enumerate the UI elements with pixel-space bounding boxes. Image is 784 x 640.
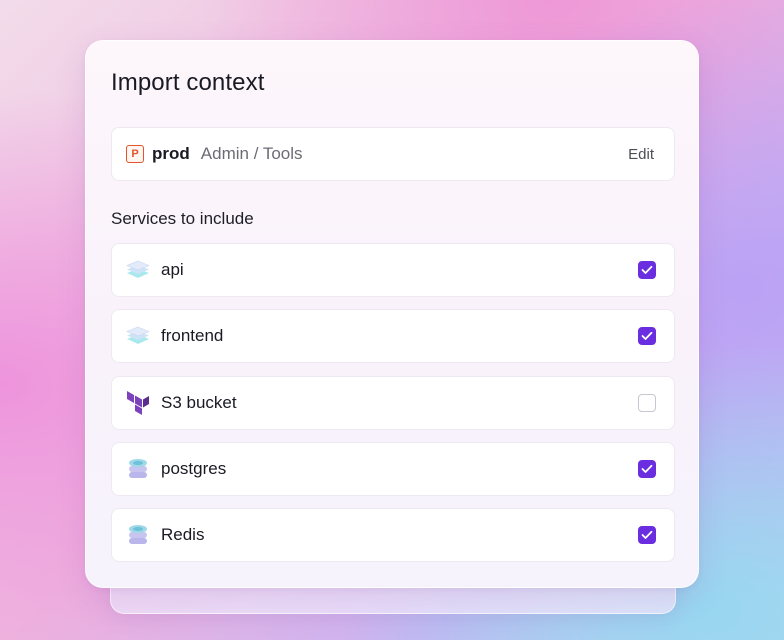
context-badge-icon: P: [126, 145, 144, 163]
database-icon: [126, 457, 150, 481]
service-row-redis[interactable]: Redis: [111, 508, 675, 563]
service-row-postgres[interactable]: postgres: [111, 441, 675, 496]
service-checkbox-postgres[interactable]: [638, 459, 656, 478]
service-name: api: [161, 260, 184, 279]
service-checkbox-s3-bucket[interactable]: [638, 393, 656, 412]
service-checkbox-frontend[interactable]: [638, 327, 656, 346]
services-label: Services to include: [111, 209, 254, 228]
service-name: S3 bucket: [161, 392, 237, 412]
import-context-dialog: Import context P prod Admin / Tools Edit…: [85, 40, 699, 588]
terraform-icon: [126, 390, 150, 415]
dialog-title: Import context: [111, 69, 265, 96]
service-row-frontend[interactable]: frontend: [111, 309, 675, 364]
service-checkbox-api[interactable]: [638, 261, 656, 279]
context-row: P prod Admin / Tools Edit: [111, 127, 675, 181]
context-path: Admin / Tools: [200, 144, 303, 163]
service-row-s3-bucket[interactable]: S3 bucket: [111, 375, 675, 430]
service-name: frontend: [161, 326, 224, 346]
edit-button[interactable]: Edit: [622, 142, 660, 167]
database-icon: [126, 523, 150, 547]
stack-layers-icon: [126, 258, 150, 282]
context-name: prod: [152, 144, 190, 163]
service-name: Redis: [161, 525, 205, 545]
service-name: postgres: [161, 458, 227, 478]
service-checkbox-redis[interactable]: [638, 526, 656, 545]
service-row-api[interactable]: api: [111, 243, 675, 297]
services-list: api frontend S3 bucket postgres Redis: [111, 243, 675, 574]
stack-layers-icon: [126, 324, 150, 348]
